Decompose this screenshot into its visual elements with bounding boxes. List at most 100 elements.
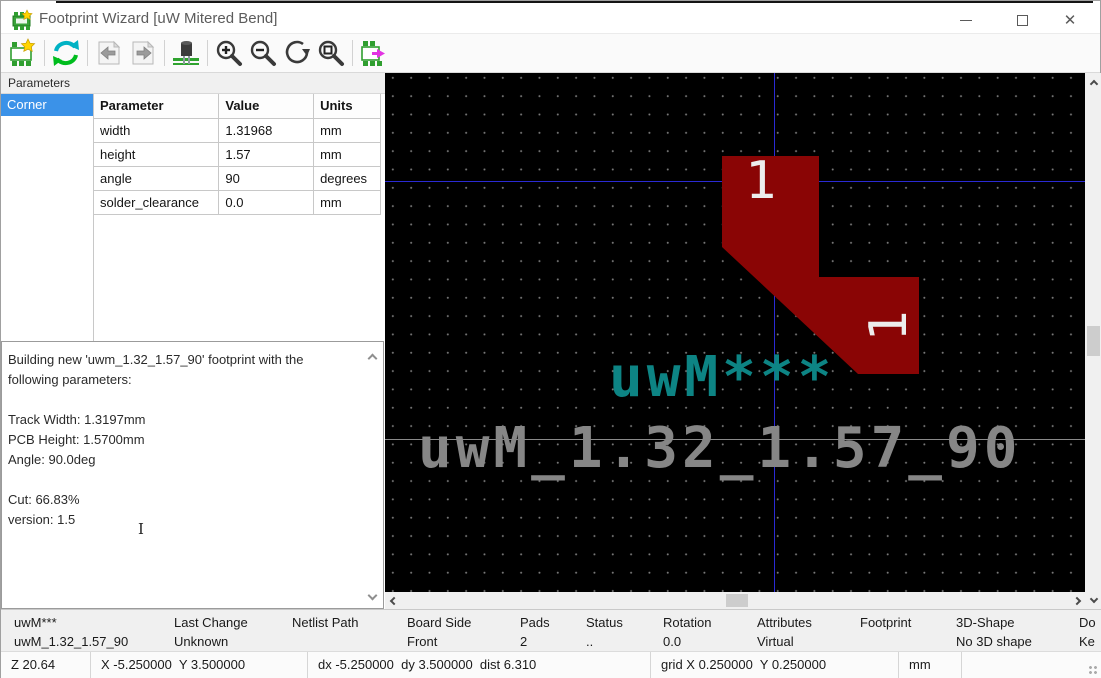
param-value-cell[interactable]: 1.31968 <box>219 118 314 142</box>
param-name-cell[interactable]: angle <box>94 166 219 190</box>
export-footprint-icon <box>359 38 389 68</box>
param-value-cell[interactable]: 0.0 <box>219 190 314 214</box>
toolbar-separator <box>352 40 353 66</box>
chevron-right-icon <box>1072 596 1080 604</box>
message-panel[interactable]: Building new 'uwm_1.32_1.57_90' footprin… <box>1 341 384 609</box>
pad-settings-button[interactable] <box>169 37 203 69</box>
footprint-shape <box>385 73 1085 592</box>
arrow-right-icon <box>128 38 158 68</box>
cursor-position: X -5.250000 Y 3.500000 <box>90 652 307 678</box>
scroll-down-button[interactable] <box>1085 590 1101 607</box>
status-value: uwM_1.32_1.57_90 <box>14 632 174 651</box>
table-row[interactable]: solder_clearance 0.0 mm <box>94 190 381 214</box>
refresh-button[interactable] <box>49 37 83 69</box>
next-page-button[interactable] <box>126 37 160 69</box>
status-label: Last Change <box>174 613 292 632</box>
text-cursor: I <box>138 520 144 538</box>
scroll-right-button[interactable] <box>1068 592 1085 609</box>
close-button[interactable]: ✕ <box>1048 7 1092 33</box>
status-label: Status <box>586 613 663 632</box>
chevron-up-icon <box>1089 79 1097 87</box>
parameters-tab[interactable]: Parameters <box>1 73 385 94</box>
parameters-table: Parameter Value Units width 1.31968 mm h… <box>94 94 381 215</box>
status-value: Unknown <box>174 632 292 651</box>
toolbar-separator <box>164 40 165 66</box>
message-line <box>8 390 383 410</box>
toolbar-separator <box>207 40 208 66</box>
table-row[interactable]: angle 90 degrees <box>94 166 381 190</box>
status-value: 0.0 <box>663 632 757 651</box>
zoom-in-button[interactable] <box>212 37 246 69</box>
scroll-down-icon[interactable] <box>369 587 376 602</box>
chevron-left-icon <box>389 596 397 604</box>
message-line: Track Width: 1.3197mm <box>8 410 383 430</box>
status-label: Pads <box>520 613 586 632</box>
param-name-cell[interactable]: width <box>94 118 219 142</box>
select-wizard-button[interactable] <box>6 37 40 69</box>
status-value: No 3D shape <box>956 632 1079 651</box>
grid-setting: grid X 0.250000 Y 0.250000 <box>650 652 898 678</box>
zoom-fit-icon <box>316 38 346 68</box>
pad-1-label: 1 <box>745 155 776 207</box>
table-row[interactable]: height 1.57 mm <box>94 142 381 166</box>
message-line: PCB Height: 1.5700mm <box>8 430 383 450</box>
resize-grip[interactable] <box>1087 664 1099 676</box>
status-label: Board Side <box>407 613 520 632</box>
vertical-scroll-thumb[interactable] <box>1087 326 1100 356</box>
export-footprint-button[interactable] <box>357 37 391 69</box>
pcb-canvas[interactable]: 1 1 uwM*** uwM_1.32_1.57_90 <box>385 73 1085 592</box>
redraw-icon <box>282 38 312 68</box>
window-title: Footprint Wizard [uW Mitered Bend] <box>39 10 277 27</box>
refresh-icon <box>51 38 81 68</box>
footprint-wizard-window: Footprint Wizard [uW Mitered Bend] ✕ <box>0 0 1101 678</box>
status-field-rotation: Rotation 0.0 <box>663 610 757 651</box>
zoom-out-button[interactable] <box>246 37 280 69</box>
param-units-cell: mm <box>314 118 381 142</box>
toolbar-separator <box>44 40 45 66</box>
scroll-left-button[interactable] <box>385 592 402 609</box>
status-label: Netlist Path <box>292 613 407 632</box>
table-row[interactable]: width 1.31968 mm <box>94 118 381 142</box>
status-field-3d-shape: 3D-Shape No 3D shape <box>956 610 1079 651</box>
message-line: Cut: 66.83% <box>8 490 383 510</box>
coordinates-bar: Z 20.64 X -5.250000 Y 3.500000 dx -5.250… <box>1 651 1101 678</box>
status-label: Do <box>1079 613 1101 632</box>
scroll-up-button[interactable] <box>1085 75 1101 92</box>
param-value-cell[interactable]: 1.57 <box>219 142 314 166</box>
scroll-up-icon[interactable] <box>369 350 376 365</box>
param-name-cell[interactable]: solder_clearance <box>94 190 219 214</box>
column-header: Units <box>314 94 381 118</box>
page-list[interactable]: Corner <box>1 94 94 341</box>
zoom-fit-button[interactable] <box>314 37 348 69</box>
relative-position: dx -5.250000 dy 3.500000 dist 6.310 <box>307 652 650 678</box>
param-name-cell[interactable]: height <box>94 142 219 166</box>
toolbar-separator <box>87 40 88 66</box>
horizontal-scrollbar[interactable] <box>385 592 1085 609</box>
title-bar[interactable]: Footprint Wizard [uW Mitered Bend] ✕ <box>1 3 1100 34</box>
status-label: Attributes <box>757 613 860 632</box>
status-bar: uwM*** uwM_1.32_1.57_90 Last Change Unkn… <box>1 609 1101 651</box>
param-units-cell: mm <box>314 142 381 166</box>
message-line: Building new 'uwm_1.32_1.57_90' footprin… <box>8 350 383 370</box>
status-field-attributes: Attributes Virtual <box>757 610 860 651</box>
horizontal-scroll-thumb[interactable] <box>726 594 748 607</box>
previous-page-button[interactable] <box>92 37 126 69</box>
message-line: following parameters: <box>8 370 383 390</box>
param-value-cell[interactable]: 90 <box>219 166 314 190</box>
vertical-scrollbar[interactable] <box>1085 73 1101 609</box>
chevron-down-icon <box>1089 594 1097 602</box>
footprint-value-text: uwM_1.32_1.57_90 <box>418 421 1021 477</box>
minimize-button[interactable] <box>944 7 988 33</box>
status-field-footprint: Footprint <box>860 610 956 651</box>
arrow-left-icon <box>94 38 124 68</box>
status-label: Rotation <box>663 613 757 632</box>
status-value: Front <box>407 632 520 651</box>
status-value: uwM*** <box>14 613 174 632</box>
page-item-corner[interactable]: Corner <box>1 94 93 116</box>
pad-1-label-rotated: 1 <box>863 299 917 353</box>
maximize-button[interactable] <box>1000 7 1044 33</box>
status-value: Virtual <box>757 632 860 651</box>
status-label: 3D-Shape <box>956 613 1079 632</box>
message-line: Angle: 90.0deg <box>8 450 383 470</box>
redraw-button[interactable] <box>280 37 314 69</box>
